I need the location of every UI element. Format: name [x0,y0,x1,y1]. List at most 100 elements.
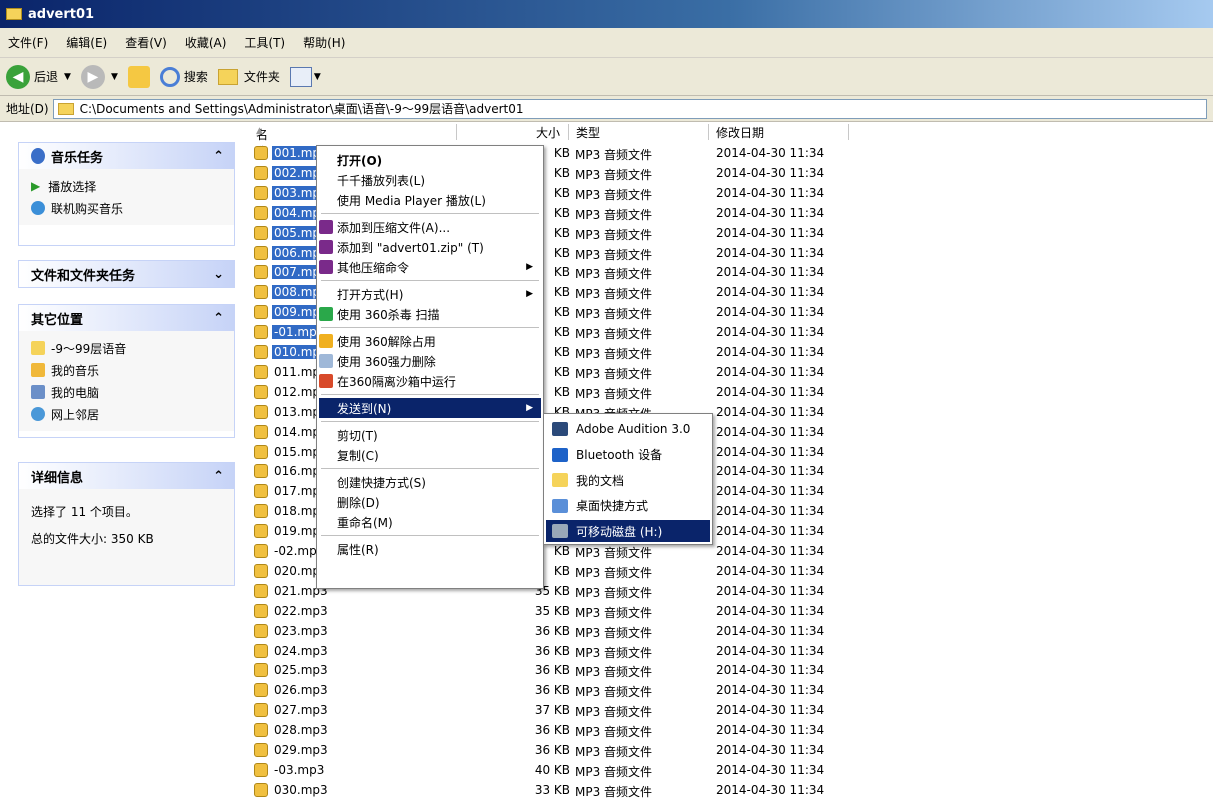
context-menu-item[interactable]: 使用 360杀毒 扫描 [319,304,541,324]
other-places-title: 其它位置 [31,312,84,328]
file-tasks-header[interactable]: 文件和文件夹任务 ⌄ [19,261,234,287]
context-menu-item[interactable]: 在360隔离沙箱中运行 [319,371,541,391]
menu-separator [321,280,539,281]
place-my-music[interactable]: 我的音乐 [31,359,222,381]
context-menu-item[interactable]: 剪切(T) [319,425,541,445]
collapse-icon[interactable]: ⌃ [213,469,224,484]
context-menu-item[interactable]: 删除(D) [319,492,541,512]
file-name-cell: 030.mp3 [254,782,330,797]
col-size[interactable]: 大小 [536,124,560,141]
file-name: 009.mp [272,305,323,320]
expand-icon[interactable]: ⌄ [213,267,224,282]
menu-view[interactable]: 查看(V) [125,34,167,51]
file-name-cell: 016.mp [254,464,322,479]
file-size: 36 KB [534,643,570,658]
menu-file[interactable]: 文件(F) [8,34,48,51]
context-menu-item[interactable]: 使用 360解除占用 [319,331,541,351]
context-menu-item[interactable]: 复制(C) [319,445,541,465]
place-parent-folder[interactable]: -9～99层语音 [31,337,222,359]
context-menu-item[interactable]: 千千播放列表(L) [319,170,541,190]
file-name: 004.mp [272,205,323,220]
file-name-cell: 023.mp3 [254,623,330,638]
mp3-file-icon [254,444,268,459]
context-menu-item[interactable]: 添加到 "advert01.zip" (T) [319,237,541,257]
menu-item-label: 打开(O) [337,153,383,168]
file-name: 012.mp [274,384,321,399]
send-to-label: 可移动磁盘 (H:) [576,524,663,539]
file-type: MP3 音频文件 [575,327,653,342]
file-name: 007.mp [272,265,323,280]
send-to-item[interactable]: Bluetooth 设备 [546,444,710,466]
file-row[interactable]: 026.mp3 36 KB MP3 音频文件 2014-04-30 11:34 [246,681,1213,701]
context-menu-item[interactable]: 使用 360强力删除 [319,351,541,371]
back-button[interactable]: ◀ 后退 ▼ [6,64,71,89]
col-type[interactable]: 类型 [576,124,600,141]
file-name-cell: 002.mp [254,165,323,180]
context-menu-item[interactable]: 其他压缩命令 ▶ [319,257,541,277]
file-name-cell: 027.mp3 [254,703,330,718]
context-menu-item[interactable]: 属性(R) [319,539,541,559]
file-date: 2014-04-30 11:34 [716,762,825,777]
music-tasks-header[interactable]: 音乐任务 ⌃ [19,143,234,169]
collapse-icon[interactable]: ⌃ [213,311,224,326]
context-menu-item[interactable]: 添加到压缩文件(A)... [319,217,541,237]
up-folder-button[interactable] [127,65,150,88]
forward-button[interactable]: ▶ ▼ [80,64,118,89]
file-row[interactable]: 023.mp3 36 KB MP3 音频文件 2014-04-30 11:34 [246,622,1213,642]
menu-item-label: 属性(R) [337,542,379,557]
file-row[interactable]: -03.mp3 40 KB MP3 音频文件 2014-04-30 11:34 [246,761,1213,781]
file-type: MP3 音频文件 [575,585,653,600]
menu-favorites[interactable]: 收藏(A) [185,34,227,51]
address-bar: 地址(D) C:\Documents and Settings\Administ… [0,96,1213,122]
buy-music-link[interactable]: 联机购买音乐 [31,197,222,219]
file-name: 023.mp3 [274,623,328,638]
other-places-header[interactable]: 其它位置 ⌃ [19,305,234,331]
send-to-item[interactable]: 我的文档 [546,469,710,491]
context-menu-item[interactable]: 打开方式(H) ▶ [319,284,541,304]
file-date: 2014-04-30 11:34 [716,185,825,200]
context-menu-item[interactable]: 重命名(M) [319,512,541,532]
col-modified[interactable]: 修改日期 [716,124,764,141]
file-name: 003.mp [272,185,323,200]
send-to-item[interactable]: Adobe Audition 3.0 [546,418,710,440]
file-row[interactable]: 024.mp3 36 KB MP3 音频文件 2014-04-30 11:34 [246,642,1213,662]
file-type: MP3 音频文件 [575,267,653,282]
context-menu-item[interactable]: 创建快捷方式(S) [319,472,541,492]
folders-button[interactable]: 文件夹 [217,68,280,85]
play-selection-link[interactable]: ▶ 播放选择 [31,175,222,197]
search-button[interactable]: 搜索 [159,66,208,87]
context-menu-item[interactable]: 打开(O) [319,150,541,170]
file-row[interactable]: 027.mp3 37 KB MP3 音频文件 2014-04-30 11:34 [246,701,1213,721]
menu-edit[interactable]: 编辑(E) [66,34,107,51]
file-row[interactable]: 022.mp3 35 KB MP3 音频文件 2014-04-30 11:34 [246,602,1213,622]
send-to-item[interactable]: 桌面快捷方式 [546,495,710,517]
file-name: 025.mp3 [274,663,328,678]
context-menu-item[interactable]: 发送到(N) ▶ [319,398,541,418]
file-row[interactable]: 030.mp3 33 KB MP3 音频文件 2014-04-30 11:34 [246,781,1213,801]
back-dropdown-icon[interactable]: ▼ [64,72,71,82]
file-row[interactable]: 025.mp3 36 KB MP3 音频文件 2014-04-30 11:34 [246,661,1213,681]
search-icon [159,66,180,87]
menu-tools[interactable]: 工具(T) [244,34,285,51]
menu-help[interactable]: 帮助(H) [303,34,345,51]
file-row[interactable]: 029.mp3 36 KB MP3 音频文件 2014-04-30 11:34 [246,741,1213,761]
place-network[interactable]: 网上邻居 [31,403,222,425]
file-name: 026.mp3 [274,683,328,698]
views-button[interactable]: ▼ [289,66,321,87]
file-row[interactable]: 028.mp3 36 KB MP3 音频文件 2014-04-30 11:34 [246,721,1213,741]
context-menu-item[interactable]: 使用 Media Player 播放(L) [319,190,541,210]
details-header[interactable]: 详细信息 ⌃ [19,463,234,489]
file-name-cell: -02.mp [254,544,319,558]
file-type: MP3 音频文件 [575,685,653,700]
collapse-icon[interactable]: ⌃ [213,149,224,164]
file-date: 2014-04-30 11:34 [716,205,825,220]
file-date: 2014-04-30 11:34 [716,146,825,160]
forward-dropdown-icon[interactable]: ▼ [111,72,118,82]
place-label: 网上邻居 [51,407,100,422]
send-to-item[interactable]: 可移动磁盘 (H:) [546,520,710,542]
place-my-computer[interactable]: 我的电脑 [31,381,222,403]
mp3-file-icon [254,703,268,718]
file-name: 002.mp [272,165,323,180]
address-input[interactable]: C:\Documents and Settings\Administrator\… [52,98,1207,119]
music-tasks-title: 音乐任务 [51,150,104,166]
